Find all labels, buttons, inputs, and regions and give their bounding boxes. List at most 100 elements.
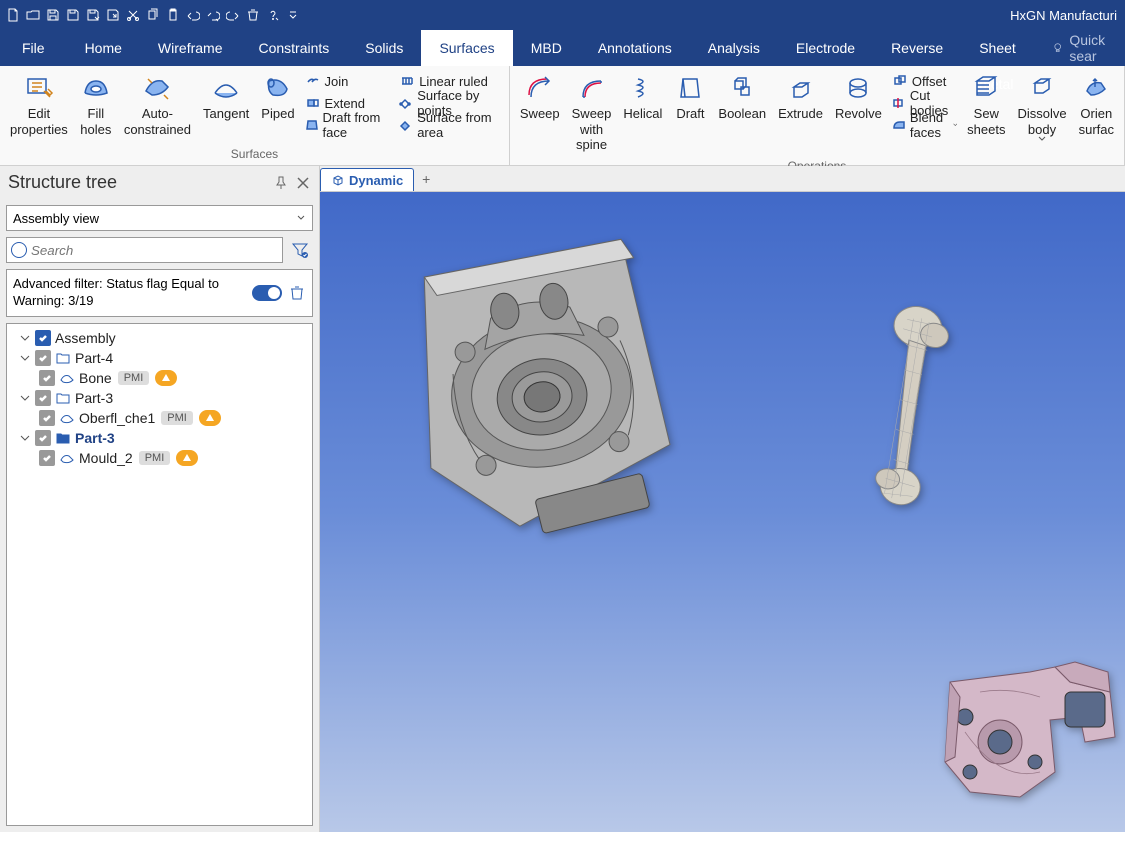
tab-constraints[interactable]: Constraints <box>240 30 347 66</box>
tangent-button[interactable]: Tangent <box>197 70 255 124</box>
tree-root[interactable]: Assembly <box>11 328 308 348</box>
paste-icon[interactable] <box>164 6 182 24</box>
sew-sheets-icon <box>970 72 1002 104</box>
new-icon[interactable] <box>4 6 22 24</box>
boolean-button[interactable]: Boolean <box>712 70 772 124</box>
edit-properties-button[interactable]: Editproperties <box>4 70 74 139</box>
fill-holes-button[interactable]: Fillholes <box>74 70 118 139</box>
join-button[interactable]: Join <box>301 70 396 92</box>
checkbox[interactable] <box>35 430 51 446</box>
undo-history-icon[interactable] <box>204 6 222 24</box>
qat-dropdown-icon[interactable] <box>284 6 302 24</box>
orient-surfaces-button[interactable]: Oriensurfac <box>1073 70 1120 139</box>
tab-annotations[interactable]: Annotations <box>580 30 690 66</box>
chevron-down-icon[interactable] <box>19 392 31 404</box>
sew-sheets-button[interactable]: Sewsheets <box>961 70 1011 139</box>
draft-button[interactable]: Draft <box>668 70 712 124</box>
trash-icon[interactable] <box>288 284 306 302</box>
save-as-icon[interactable] <box>84 6 102 24</box>
redo-icon[interactable] <box>224 6 242 24</box>
tab-mbd[interactable]: MBD <box>513 30 580 66</box>
revolve-icon <box>842 72 874 104</box>
cut-icon[interactable] <box>124 6 142 24</box>
lightbulb-icon <box>1052 40 1063 56</box>
pin-icon[interactable] <box>273 175 289 191</box>
tab-file[interactable]: File <box>0 30 67 66</box>
sweep-button[interactable]: Sweep <box>514 70 566 124</box>
tab-reverse[interactable]: Reverse <box>873 30 961 66</box>
copy-icon[interactable] <box>144 6 162 24</box>
checkbox[interactable] <box>35 330 51 346</box>
filter-text: Advanced filter: Status flag Equal to Wa… <box>13 276 246 310</box>
tab-surfaces[interactable]: Surfaces <box>421 30 512 66</box>
app-title: HxGN Manufacturi <box>1010 8 1121 23</box>
assembly-view-select[interactable]: Assembly view <box>6 205 313 231</box>
save-icon[interactable] <box>64 6 82 24</box>
tree-search[interactable] <box>6 237 283 263</box>
blend-faces-button[interactable]: Blend faces <box>888 114 961 136</box>
extrude-button[interactable]: Extrude <box>772 70 829 124</box>
export-icon[interactable] <box>104 6 122 24</box>
chevron-down-icon[interactable] <box>19 432 31 444</box>
fill-holes-icon <box>80 72 112 104</box>
helical-button[interactable]: Helical <box>617 70 668 124</box>
tree-node-part-active[interactable]: Part-3 <box>11 428 308 448</box>
pmi-badge: PMI <box>161 411 193 425</box>
warning-badge <box>155 370 177 386</box>
tab-analysis[interactable]: Analysis <box>690 30 778 66</box>
linear-ruled-icon <box>399 73 415 89</box>
tab-wireframe[interactable]: Wireframe <box>140 30 241 66</box>
tab-sheet-metal[interactable]: Sheet metal <box>961 30 1052 66</box>
chevron-down-icon <box>1038 135 1046 143</box>
checkbox[interactable] <box>39 450 55 466</box>
checkbox[interactable] <box>39 370 55 386</box>
edit-properties-icon <box>23 72 55 104</box>
draft-from-face-button[interactable]: Draft from face <box>301 114 396 136</box>
tree-node-leaf[interactable]: Oberfl_che1 PMI <box>11 408 308 428</box>
checkbox[interactable] <box>35 390 51 406</box>
chevron-down-icon[interactable] <box>19 352 31 364</box>
viewport-tab-dynamic[interactable]: Dynamic <box>320 168 414 191</box>
tree-header: Structure tree <box>0 166 319 199</box>
quick-search-placeholder: Quick sear <box>1069 32 1117 64</box>
sweep-with-spine-button[interactable]: Sweepwith spine <box>566 70 618 155</box>
tree-node-leaf[interactable]: Mould_2 PMI <box>11 448 308 468</box>
title-bar: HxGN Manufacturi <box>0 0 1125 30</box>
dissolve-body-button[interactable]: Dissolvebody <box>1011 70 1072 145</box>
menu-bar: File Home Wireframe Constraints Solids S… <box>0 30 1125 66</box>
filter-toggle[interactable] <box>252 285 282 301</box>
checkbox[interactable] <box>35 350 51 366</box>
group-label-surfaces: Surfaces <box>0 147 509 165</box>
model-bone[interactable] <box>850 302 970 527</box>
auto-constrained-button[interactable]: Auto-constrained <box>118 70 197 139</box>
cut-bodies-icon <box>892 95 906 111</box>
tree-search-input[interactable] <box>31 238 276 262</box>
delete-icon[interactable] <box>244 6 262 24</box>
cube-icon <box>331 173 345 187</box>
tab-solids[interactable]: Solids <box>347 30 421 66</box>
tab-home[interactable]: Home <box>67 30 140 66</box>
quick-search[interactable]: Quick sear <box>1052 32 1125 64</box>
revolve-button[interactable]: Revolve <box>829 70 888 124</box>
add-tab-button[interactable]: + <box>414 166 438 191</box>
model-part-pink[interactable] <box>910 642 1125 847</box>
chevron-down-icon[interactable] <box>19 332 31 344</box>
tree-node-leaf[interactable]: Bone PMI <box>11 368 308 388</box>
open-icon[interactable] <box>24 6 42 24</box>
pmi-badge: PMI <box>118 371 150 385</box>
surface-from-area-button[interactable]: Surface from area <box>395 114 505 136</box>
filter-button[interactable] <box>287 237 313 263</box>
model-mould[interactable] <box>380 212 700 557</box>
tree-node-part[interactable]: Part-4 <box>11 348 308 368</box>
piped-button[interactable]: Piped <box>255 70 300 124</box>
tree-node-part[interactable]: Part-3 <box>11 388 308 408</box>
help-icon[interactable] <box>264 6 282 24</box>
3d-viewport[interactable] <box>320 192 1125 832</box>
tab-electrode[interactable]: Electrode <box>778 30 873 66</box>
close-icon[interactable] <box>295 175 311 191</box>
save-assembly-icon[interactable] <box>44 6 62 24</box>
dissolve-body-icon <box>1026 72 1058 104</box>
tree-body: Assembly Part-4 Bone PMI Part-3 <box>6 323 313 826</box>
undo-icon[interactable] <box>184 6 202 24</box>
checkbox[interactable] <box>39 410 55 426</box>
